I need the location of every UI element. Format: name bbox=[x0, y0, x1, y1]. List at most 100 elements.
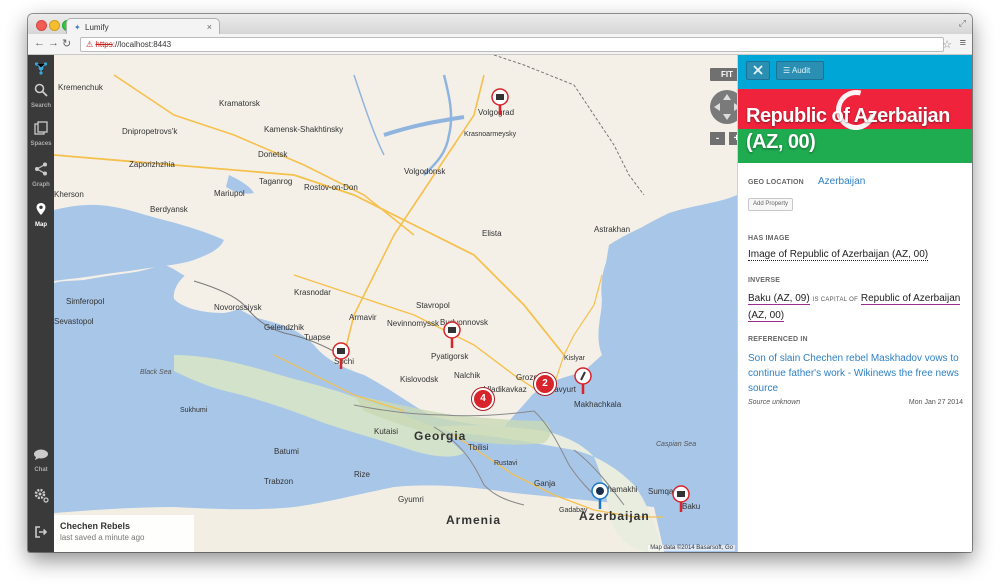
browser-tab[interactable]: ✦ Lumify × bbox=[66, 18, 220, 35]
sidebar-item-graph[interactable]: Graph bbox=[28, 162, 54, 188]
tab-title: Lumify bbox=[85, 23, 109, 32]
url-host: ://localhost:8443 bbox=[112, 40, 172, 49]
reference-date: Mon Jan 27 2014 bbox=[908, 399, 963, 406]
sidebar-item-logout[interactable] bbox=[28, 525, 54, 544]
reference-source: Source unknown bbox=[748, 399, 801, 406]
referenced-article-link[interactable]: Son of slain Chechen rebel Maskhadov vow… bbox=[748, 351, 964, 396]
graph-icon bbox=[35, 162, 47, 176]
sidebar-label: Graph bbox=[32, 182, 50, 188]
logout-icon bbox=[35, 526, 48, 538]
city-label: Astrakhan bbox=[594, 225, 631, 234]
city-label: Rize bbox=[354, 470, 371, 479]
relation-type: IS CAPITAL OF bbox=[812, 297, 859, 303]
map-pin-icon bbox=[36, 203, 46, 215]
lumify-logo-icon bbox=[34, 62, 48, 75]
close-window-button[interactable] bbox=[36, 20, 47, 31]
entity-title: Republic of Azerbaijan (AZ, 00) bbox=[746, 105, 950, 153]
chat-icon bbox=[34, 449, 48, 460]
gear-icon bbox=[34, 488, 49, 503]
zoom-in-button[interactable]: + bbox=[729, 132, 737, 145]
sea-label: Caspian Sea bbox=[656, 441, 697, 448]
workspace-info[interactable]: Chechen Rebels last saved a minute ago bbox=[54, 515, 194, 552]
add-property-button[interactable]: Add Property bbox=[748, 198, 794, 211]
sidebar-item-settings[interactable] bbox=[28, 487, 54, 508]
country-label: Georgia bbox=[414, 429, 467, 443]
back-icon[interactable]: ← bbox=[34, 37, 45, 49]
sidebar-item-search[interactable]: Search bbox=[28, 83, 54, 109]
search-icon bbox=[34, 83, 48, 97]
city-label: Gelendzhik bbox=[264, 323, 305, 332]
has-image-label: HAS IMAGE bbox=[748, 235, 790, 242]
city-label: Pyatigorsk bbox=[431, 352, 469, 361]
map-pin-city-icon[interactable] bbox=[332, 342, 350, 370]
bookmark-star-icon[interactable]: ☆ bbox=[942, 38, 952, 51]
map-cluster-marker[interactable]: 4 bbox=[472, 388, 494, 410]
map-view[interactable]: Kremenchuk Kramatorsk Kamensk-Shakhtinsk… bbox=[54, 55, 737, 552]
sidebar-item-map[interactable]: Map bbox=[28, 202, 54, 228]
city-label: Kremenchuk bbox=[58, 83, 103, 92]
city-label: Zaporizhzhia bbox=[129, 160, 175, 169]
city-label: Tbilisi bbox=[468, 443, 489, 452]
city-label: Novorossiysk bbox=[214, 303, 262, 312]
minimize-window-button[interactable] bbox=[49, 20, 60, 31]
zoom-control: - + bbox=[710, 132, 737, 146]
sidebar-item-spaces[interactable]: Spaces bbox=[28, 121, 54, 147]
city-label: Nevinnomyssk bbox=[387, 319, 440, 328]
lumify-logo[interactable] bbox=[28, 61, 54, 80]
workspace-status: last saved a minute ago bbox=[60, 533, 145, 542]
fit-button[interactable]: FIT bbox=[710, 68, 737, 81]
city-label: Trabzon bbox=[264, 477, 294, 486]
tab-close-icon[interactable]: × bbox=[207, 22, 212, 32]
sidebar-label: Search bbox=[30, 103, 51, 109]
city-label: Donetsk bbox=[258, 150, 288, 159]
pan-arrows-icon bbox=[714, 94, 737, 120]
map-pin-selected-country-icon[interactable] bbox=[591, 482, 609, 510]
map-pin-city-icon[interactable] bbox=[491, 88, 509, 116]
list-icon: ☰ bbox=[783, 66, 791, 75]
audit-label: Audit bbox=[791, 66, 811, 75]
entity-header: Republic of Azerbaijan (AZ, 00) bbox=[738, 82, 972, 163]
has-image-value[interactable]: Image of Republic of Azerbaijan (AZ, 00) bbox=[748, 249, 929, 261]
city-label: Stavropol bbox=[416, 301, 450, 310]
city-label: Makhachkala bbox=[574, 400, 622, 409]
city-label: Sukhumi bbox=[180, 407, 208, 414]
city-label: Gyumri bbox=[398, 495, 424, 504]
inverse-source-link[interactable]: Baku (AZ, 09) bbox=[748, 293, 810, 305]
detail-toolbar: ☰ Audit bbox=[738, 55, 972, 87]
close-panel-button[interactable] bbox=[746, 61, 770, 80]
map-pin-city-icon[interactable] bbox=[443, 321, 461, 349]
city-label: Kislovodsk bbox=[400, 375, 439, 384]
geo-location-value[interactable]: Azerbaijan bbox=[818, 176, 865, 187]
workspace-title: Chechen Rebels bbox=[60, 521, 131, 531]
geo-location-label: GEO LOCATION bbox=[748, 179, 804, 186]
city-label: Armavir bbox=[349, 313, 377, 322]
map-attribution: Map data ©2014 Basarsoft, Go bbox=[648, 545, 735, 551]
city-label: Kherson bbox=[54, 190, 84, 199]
audit-button[interactable]: ☰ Audit bbox=[776, 61, 824, 80]
map-pin-article-icon[interactable] bbox=[574, 367, 592, 395]
pan-control[interactable] bbox=[710, 90, 737, 124]
country-label: Armenia bbox=[446, 513, 502, 527]
fullscreen-icon[interactable]: ⤢ bbox=[959, 18, 966, 29]
city-label: Volgodonsk bbox=[404, 167, 446, 176]
sidebar-item-chat[interactable]: Chat bbox=[28, 448, 54, 473]
city-label: Simferopol bbox=[66, 297, 105, 306]
zoom-out-button[interactable]: - bbox=[710, 132, 725, 145]
city-label: Berdyansk bbox=[150, 205, 188, 214]
address-bar[interactable]: ⚠ https://localhost:8443 bbox=[80, 37, 944, 52]
sidebar-label: Chat bbox=[34, 467, 48, 473]
city-label: Kramatorsk bbox=[219, 99, 260, 108]
city-label: Dnipropetrovs'k bbox=[122, 127, 178, 136]
city-label: Ganja bbox=[534, 479, 556, 488]
forward-icon[interactable]: → bbox=[48, 37, 59, 49]
city-label: Kutaisi bbox=[374, 427, 399, 436]
browser-menu-icon[interactable]: ≡ bbox=[960, 37, 966, 49]
reload-icon[interactable]: ↻ bbox=[62, 37, 71, 50]
city-label: Batumi bbox=[274, 447, 299, 456]
map-pin-city-icon[interactable] bbox=[672, 485, 690, 513]
city-label: Krasnodar bbox=[294, 288, 331, 297]
map-cluster-marker[interactable]: 2 bbox=[534, 373, 556, 395]
entity-properties: GEO LOCATION Azerbaijan Add Property HAS… bbox=[738, 163, 972, 552]
url-scheme: https bbox=[95, 40, 113, 49]
inverse-relation: Baku (AZ, 09) IS CAPITAL OF Republic of … bbox=[748, 291, 963, 323]
